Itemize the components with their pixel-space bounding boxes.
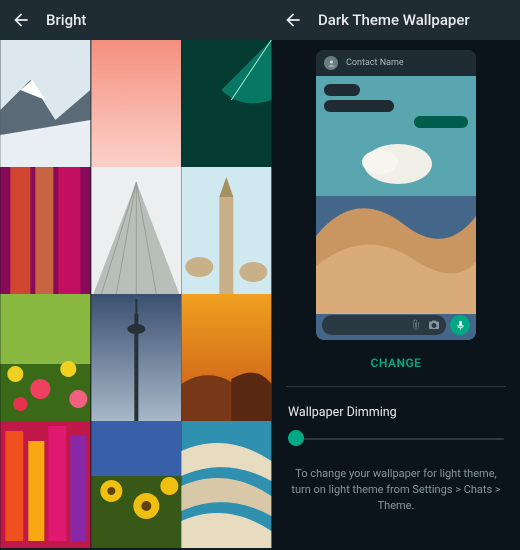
dimming-slider[interactable] — [288, 430, 504, 448]
bright-wallpapers-pane: Bright — [0, 0, 272, 550]
back-icon[interactable] — [10, 9, 32, 31]
right-topbar: Dark Theme Wallpaper — [272, 0, 520, 40]
preview-input-bar — [322, 314, 470, 336]
wallpaper-thumb-city-tower[interactable] — [91, 294, 182, 421]
dimming-section: Wallpaper Dimming — [272, 393, 520, 456]
left-title: Bright — [46, 11, 86, 29]
divider — [286, 386, 506, 387]
attach-icon — [410, 319, 422, 331]
wallpaper-thumb-pyramid[interactable] — [91, 167, 182, 294]
wallpaper-thumb-pink-gradient[interactable] — [91, 40, 182, 167]
wallpaper-thumb-sunflowers-sky[interactable] — [91, 421, 182, 548]
preview-header: Contact Name — [316, 50, 476, 76]
slider-track — [288, 438, 504, 440]
wallpaper-thumb-desert-sunset[interactable] — [181, 294, 272, 421]
slider-thumb[interactable] — [288, 430, 304, 446]
camera-icon — [428, 319, 440, 331]
dark-theme-wallpaper-pane: Dark Theme Wallpaper Contact Name — [272, 0, 520, 550]
contact-name: Contact Name — [346, 58, 404, 68]
change-button[interactable]: CHANGE — [272, 346, 520, 380]
chat-preview: Contact Name — [316, 50, 476, 340]
message-input[interactable] — [322, 315, 446, 335]
wallpaper-thumb-magenta-abstract[interactable] — [0, 167, 91, 294]
incoming-bubble — [324, 84, 360, 96]
incoming-bubble — [324, 100, 394, 112]
theme-hint: To change your wallpaper for light theme… — [272, 456, 520, 514]
wallpaper-thumb-flower-field[interactable] — [0, 294, 91, 421]
mic-button[interactable] — [450, 315, 470, 335]
mic-icon — [455, 320, 466, 331]
wallpaper-thumb-neon-market[interactable] — [0, 421, 91, 548]
chat-body — [316, 76, 476, 314]
wallpaper-grid — [0, 40, 272, 548]
back-icon[interactable] — [282, 9, 304, 31]
wallpaper-thumb-sand-ripples[interactable] — [181, 421, 272, 548]
wallpaper-thumb-teal-wave[interactable] — [181, 40, 272, 167]
left-topbar: Bright — [0, 0, 272, 40]
wallpaper-thumb-mountain-snow[interactable] — [0, 40, 91, 167]
right-title: Dark Theme Wallpaper — [318, 11, 470, 29]
dimming-label: Wallpaper Dimming — [288, 405, 504, 420]
outgoing-bubble — [414, 116, 468, 128]
wallpaper-thumb-mosque-tower[interactable] — [181, 167, 272, 294]
avatar-icon — [324, 56, 338, 70]
